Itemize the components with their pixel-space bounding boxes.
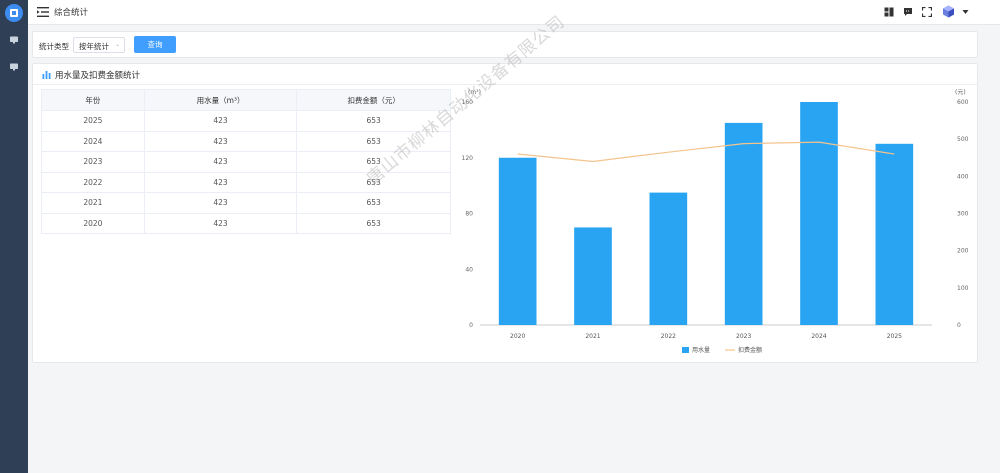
table-cell: 423	[143, 212, 298, 234]
legend-label-usage: 用水量	[692, 346, 710, 354]
stat-type-label: 统计类型	[39, 42, 69, 51]
stat-type-select[interactable]: 按年统计 ⌄	[73, 37, 125, 53]
bar-usage	[800, 102, 838, 325]
statistics-table: 年份 用水量（m³） 扣费金额（元） 2025 423 653 2024 423…	[41, 89, 451, 234]
legend-swatch-usage	[682, 347, 689, 353]
usage-chart: (m³) (元) 0 40 80 120 160 0 100 200 300 400 500 600 202…	[450, 85, 980, 360]
table-cell: 653	[296, 151, 451, 173]
column-header: 扣费金额（元）	[296, 89, 451, 111]
left-tick-label: 120	[462, 155, 474, 162]
bar-chart-icon	[42, 71, 51, 79]
sidebar-item-statistics[interactable]	[9, 62, 19, 72]
left-axis-unit: (m³)	[468, 89, 481, 96]
monitor-icon	[10, 63, 18, 71]
chart-canvas: (m³) (元) 0 40 80 120 160 0 100 200 300 400 500 600 202…	[462, 89, 969, 354]
table-cell: 423	[143, 192, 298, 214]
stat-type-select-value: 按年统计	[79, 42, 109, 51]
table-cell: 653	[296, 171, 451, 193]
sidebar	[0, 0, 28, 473]
table-header-row: 年份 用水量（m³） 扣费金额（元）	[41, 89, 451, 111]
app-logo[interactable]	[5, 4, 23, 22]
x-tick-label: 2024	[811, 333, 826, 340]
bar-usage	[875, 143, 914, 325]
x-tick-label: 2023	[736, 333, 751, 340]
message-icon[interactable]	[903, 7, 913, 17]
x-tick-label: 2021	[585, 333, 600, 340]
table-cell: 2022	[41, 171, 145, 193]
left-tick-label: 40	[465, 266, 473, 273]
right-tick-label: 200	[957, 248, 969, 255]
panel-title: 用水量及扣费金额统计	[55, 71, 141, 81]
x-tick-label: 2025	[887, 333, 902, 340]
x-tick-label: 2022	[661, 333, 676, 340]
table-cell: 423	[143, 130, 298, 152]
right-tick-label: 0	[957, 322, 961, 329]
right-tick-label: 300	[957, 211, 969, 218]
table-row: 2021 423 653	[41, 192, 451, 214]
right-tick-label: 400	[957, 173, 969, 180]
bar-usage	[724, 122, 763, 325]
sidebar-item-monitor[interactable]	[9, 35, 19, 45]
query-button[interactable]: 查询	[134, 36, 176, 53]
left-tick-label: 80	[465, 211, 473, 218]
left-tick-label: 160	[462, 99, 474, 106]
user-avatar-icon[interactable]	[942, 5, 955, 18]
table-row: 2025 423 653	[41, 110, 451, 132]
table-row: 2020 423 653	[41, 212, 451, 234]
table-cell: 2021	[41, 192, 145, 214]
legend-label-fee: 扣费金额	[738, 346, 762, 354]
table-row: 2023 423 653	[41, 151, 451, 173]
monitor-icon	[10, 36, 18, 44]
right-tick-label: 500	[957, 136, 969, 143]
top-header: 综合统计	[28, 0, 1000, 25]
fullscreen-icon[interactable]	[922, 7, 932, 17]
table-cell: 2024	[41, 130, 145, 152]
table-cell: 423	[143, 171, 298, 193]
table-cell: 653	[296, 192, 451, 214]
bar-usage	[649, 192, 688, 325]
left-tick-label: 0	[469, 322, 473, 329]
column-header: 用水量（m³）	[143, 89, 298, 111]
table-cell: 2023	[41, 151, 145, 173]
bar-usage	[574, 227, 612, 325]
line-fee	[517, 141, 895, 163]
x-tick-label: 2020	[510, 333, 525, 340]
table-cell: 653	[296, 110, 451, 132]
filter-bar: 统计类型 按年统计 ⌄ 查询	[32, 31, 978, 58]
table-cell: 2020	[41, 212, 145, 234]
table-row: 2024 423 653	[41, 130, 451, 152]
layout-icon[interactable]	[884, 7, 894, 17]
right-tick-label: 100	[957, 285, 969, 292]
table-cell: 423	[143, 110, 298, 132]
chevron-down-icon: ⌄	[114, 41, 120, 48]
page-title: 综合统计	[54, 8, 89, 18]
bar-usage	[498, 157, 537, 325]
menu-fold-icon[interactable]	[37, 7, 49, 17]
table-cell: 653	[296, 212, 451, 234]
column-header: 年份	[41, 89, 145, 111]
table-cell: 653	[296, 130, 451, 152]
right-tick-label: 600	[957, 99, 969, 106]
table-row: 2022 423 653	[41, 171, 451, 193]
right-axis-unit: (元)	[955, 89, 966, 96]
table-cell: 2025	[41, 110, 145, 132]
caret-down-icon[interactable]	[962, 9, 969, 15]
table-cell: 423	[143, 151, 298, 173]
